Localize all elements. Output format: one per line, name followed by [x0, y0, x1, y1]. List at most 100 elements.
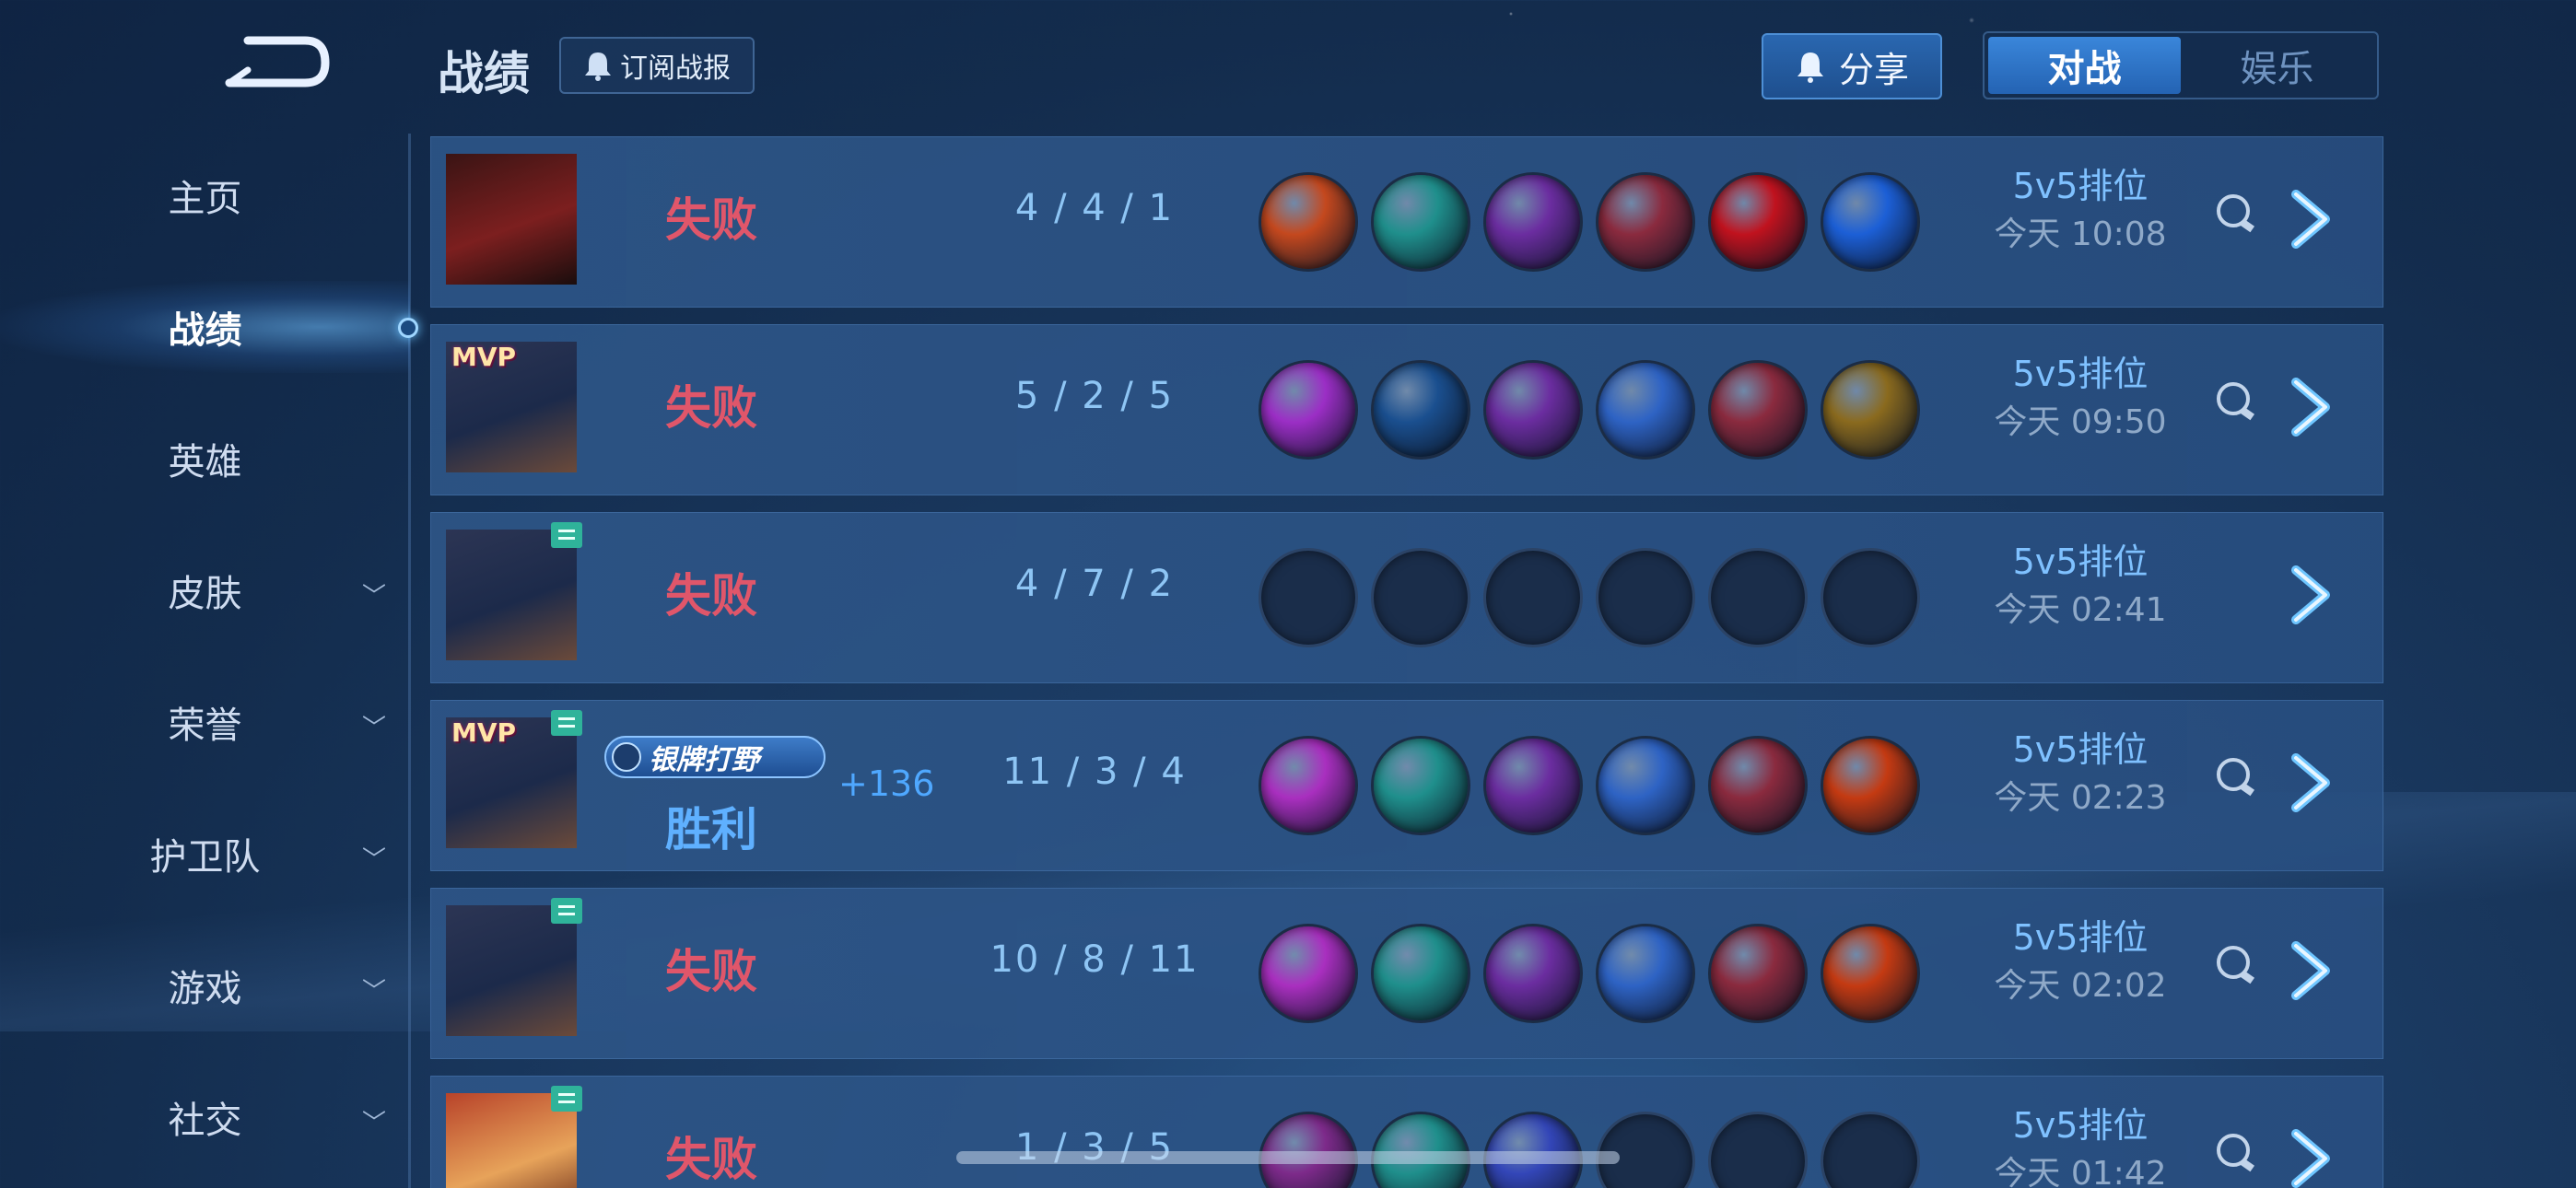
chevron-right-icon[interactable] [2283, 563, 2338, 627]
equipment-item-icon [1259, 736, 1358, 835]
chevron-down-icon: ﹀ [362, 715, 387, 742]
equipment-item-icon [1371, 736, 1470, 835]
subscribe-report-button[interactable]: 订阅战报 [559, 37, 755, 94]
equipment-item-icon [1371, 1112, 1470, 1188]
game-mode: 5v5排位 [2012, 1105, 2149, 1146]
equipment-item-icon [1483, 924, 1583, 1023]
hero-portrait [446, 154, 577, 285]
game-mode: 5v5排位 [2012, 166, 2149, 206]
tab-entertainment[interactable]: 娱乐 [2181, 37, 2373, 94]
chevron-right-icon[interactable] [2283, 187, 2338, 251]
match-row[interactable]: 失败 4 / 7 / 2 5v5排位 今天 02:41 [430, 512, 2383, 683]
equipment-item-icon [1708, 360, 1808, 460]
empty-equipment-slot [1708, 1112, 1808, 1188]
teammate-tag-icon [551, 522, 582, 548]
teammate-tag-icon [551, 898, 582, 924]
empty-equipment-slot [1596, 1112, 1695, 1188]
tab-battle[interactable]: 对战 [1988, 37, 2181, 94]
rank-label: 银牌打野 [649, 744, 759, 776]
empty-equipment-slot [1596, 548, 1695, 647]
replay-camera-icon[interactable] [2217, 1134, 2250, 1167]
equipment-list [1259, 548, 1920, 647]
empty-equipment-slot [1371, 548, 1470, 647]
replay-camera-icon[interactable] [2217, 194, 2250, 227]
equipment-item-icon [1708, 736, 1808, 835]
chevron-right-icon[interactable] [2283, 751, 2338, 815]
hero-avatar [446, 905, 577, 1036]
match-row[interactable]: MVP 失败 5 / 2 / 5 5v5排位 今天 09:50 [430, 324, 2383, 495]
sidebar-item-games[interactable]: 游戏 ﹀ [0, 939, 410, 1031]
equipment-item-icon [1483, 360, 1583, 460]
kda-stat: 4 / 4 / 1 [1014, 187, 1175, 229]
match-result: 失败 [665, 193, 757, 247]
hero-avatar [446, 154, 577, 285]
equipment-item-icon [1371, 172, 1470, 272]
home-indicator[interactable] [956, 1151, 1620, 1164]
chevron-down-icon: ﹀ [362, 583, 387, 611]
kda-stat: 10 / 8 / 11 [989, 938, 1200, 981]
sidebar-item-social[interactable]: 社交 ﹀ [0, 1071, 410, 1163]
match-row[interactable]: 失败 1 / 3 / 5 5v5排位 今天 01:42 [430, 1076, 2383, 1188]
sidebar-item-label: 荣誉 [168, 705, 242, 747]
page-title: 战绩 [438, 47, 530, 100]
equipment-item-icon [1371, 924, 1470, 1023]
match-result: 失败 [665, 381, 757, 435]
match-result: 失败 [665, 945, 757, 998]
sidebar-item-home[interactable]: 主页 [0, 149, 410, 241]
equipment-item-icon [1708, 172, 1808, 272]
match-time: 今天 02:02 [1994, 967, 2167, 1005]
empty-equipment-slot [1821, 548, 1920, 647]
sidebar-item-honors[interactable]: 荣誉 ﹀ [0, 676, 410, 768]
chevron-down-icon: ﹀ [362, 846, 387, 874]
hero-portrait [446, 905, 577, 1036]
chevron-down-icon: ﹀ [362, 1110, 387, 1137]
match-row[interactable]: 失败 4 / 4 / 1 5v5排位今天 10:08 [430, 136, 2383, 308]
equipment-item-icon [1596, 172, 1695, 272]
hero-avatar [446, 530, 577, 660]
sidebar-item-skins[interactable]: 皮肤 ﹀ [0, 544, 410, 636]
share-button[interactable]: 分享 [1762, 33, 1942, 99]
match-row[interactable]: MVP 银牌打野 胜利 +136 11 / 3 / 4 5v5排位 今天 02:23 [430, 700, 2383, 871]
chevron-right-icon[interactable] [2283, 938, 2338, 1003]
kda-stat: 4 / 7 / 2 [1014, 563, 1175, 605]
equipment-item-icon [1259, 924, 1358, 1023]
match-time: 今天 10:08 [1994, 215, 2167, 253]
chevron-right-icon[interactable] [2283, 375, 2338, 439]
sidebar-item-label: 皮肤 [168, 573, 242, 615]
mode-tabs: 对战 娱乐 [1983, 31, 2379, 99]
equipment-item-icon [1821, 736, 1920, 835]
equipment-item-icon [1821, 360, 1920, 460]
bell-icon [585, 52, 611, 81]
match-result: 失败 [665, 569, 757, 623]
game-mode: 5v5排位 [2012, 542, 2149, 582]
rank-points: +136 [838, 763, 935, 804]
sidebar-item-heroes[interactable]: 英雄 [0, 413, 410, 505]
sidebar-item-guard-team[interactable]: 护卫队 ﹀ [0, 808, 410, 900]
chevron-right-icon[interactable] [2283, 1126, 2338, 1188]
equipment-list [1259, 736, 1920, 835]
replay-camera-icon[interactable] [2217, 758, 2250, 791]
equipment-item-icon [1821, 924, 1920, 1023]
rank-emblem-icon [612, 742, 641, 772]
match-row[interactable]: 失败 10 / 8 / 11 5v5排位 今天 02:02 [430, 888, 2383, 1059]
sidebar-item-label: 战绩 [168, 309, 242, 352]
replay-camera-icon[interactable] [2217, 946, 2250, 979]
game-mode: 5v5排位 [2012, 729, 2149, 770]
equipment-item-icon [1483, 736, 1583, 835]
mvp-badge: MVP [451, 342, 517, 372]
replay-camera-icon[interactable] [2217, 382, 2250, 415]
empty-equipment-slot [1483, 548, 1583, 647]
back-button[interactable] [217, 28, 336, 101]
equipment-item-icon [1596, 360, 1695, 460]
kda-stat: 11 / 3 / 4 [1002, 751, 1187, 793]
sidebar-item-records[interactable]: 战绩 [0, 281, 418, 373]
empty-equipment-slot [1708, 548, 1808, 647]
active-indicator-dot [398, 318, 418, 338]
subscribe-report-label: 订阅战报 [620, 52, 731, 85]
equipment-item-icon [1259, 360, 1358, 460]
match-result: 胜利 [665, 803, 757, 856]
sidebar-item-label: 社交 [168, 1100, 242, 1142]
empty-equipment-slot [1259, 548, 1358, 647]
chevron-down-icon: ﹀ [362, 978, 387, 1006]
equipment-item-icon [1259, 172, 1358, 272]
